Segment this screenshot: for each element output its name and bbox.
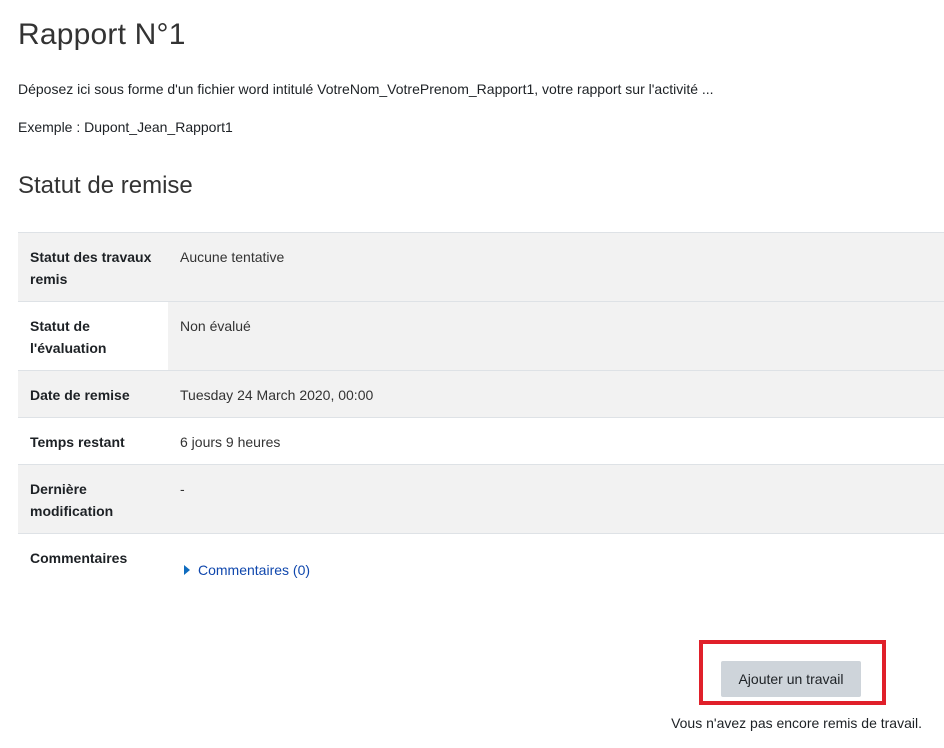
- table-row: Dernière modification -: [18, 464, 944, 534]
- table-row: Commentaires Commentaires (0): [18, 533, 944, 604]
- caret-right-icon: [184, 565, 190, 575]
- due-date-label: Date de remise: [18, 370, 168, 418]
- time-remaining-label: Temps restant: [18, 417, 168, 465]
- table-row: Date de remise Tuesday 24 March 2020, 00…: [18, 370, 944, 418]
- comments-label: Commentaires: [18, 533, 168, 604]
- last-modified-label: Dernière modification: [18, 464, 168, 534]
- status-label: Statut des travaux remis: [18, 232, 168, 302]
- section-title: Statut de remise: [18, 172, 193, 199]
- comments-toggle-link[interactable]: Commentaires (0): [180, 562, 310, 578]
- comments-cell: Commentaires (0): [168, 533, 944, 604]
- time-remaining-value: 6 jours 9 heures: [168, 417, 944, 465]
- comments-link-label: Commentaires (0): [198, 562, 311, 578]
- due-date-value: Tuesday 24 March 2020, 00:00: [168, 370, 944, 418]
- assignment-example: Exemple : Dupont_Jean_Rapport1: [18, 119, 233, 135]
- page-title: Rapport N°1: [18, 18, 186, 51]
- submission-status-table: Statut des travaux remis Aucune tentativ…: [18, 232, 944, 604]
- table-row: Statut des travaux remis Aucune tentativ…: [18, 232, 944, 302]
- last-modified-value: -: [168, 464, 944, 534]
- table-row: Temps restant 6 jours 9 heures: [18, 417, 944, 465]
- not-submitted-notice: Vous n'avez pas encore remis de travail.: [671, 715, 922, 731]
- add-submission-button[interactable]: Ajouter un travail: [721, 661, 861, 697]
- grading-status-label: Statut de l'évaluation: [18, 301, 168, 371]
- status-value: Aucune tentative: [168, 232, 944, 302]
- table-row: Statut de l'évaluation Non évalué: [18, 301, 944, 371]
- grading-status-value: Non évalué: [168, 301, 944, 371]
- assignment-intro: Déposez ici sous forme d'un fichier word…: [18, 81, 714, 97]
